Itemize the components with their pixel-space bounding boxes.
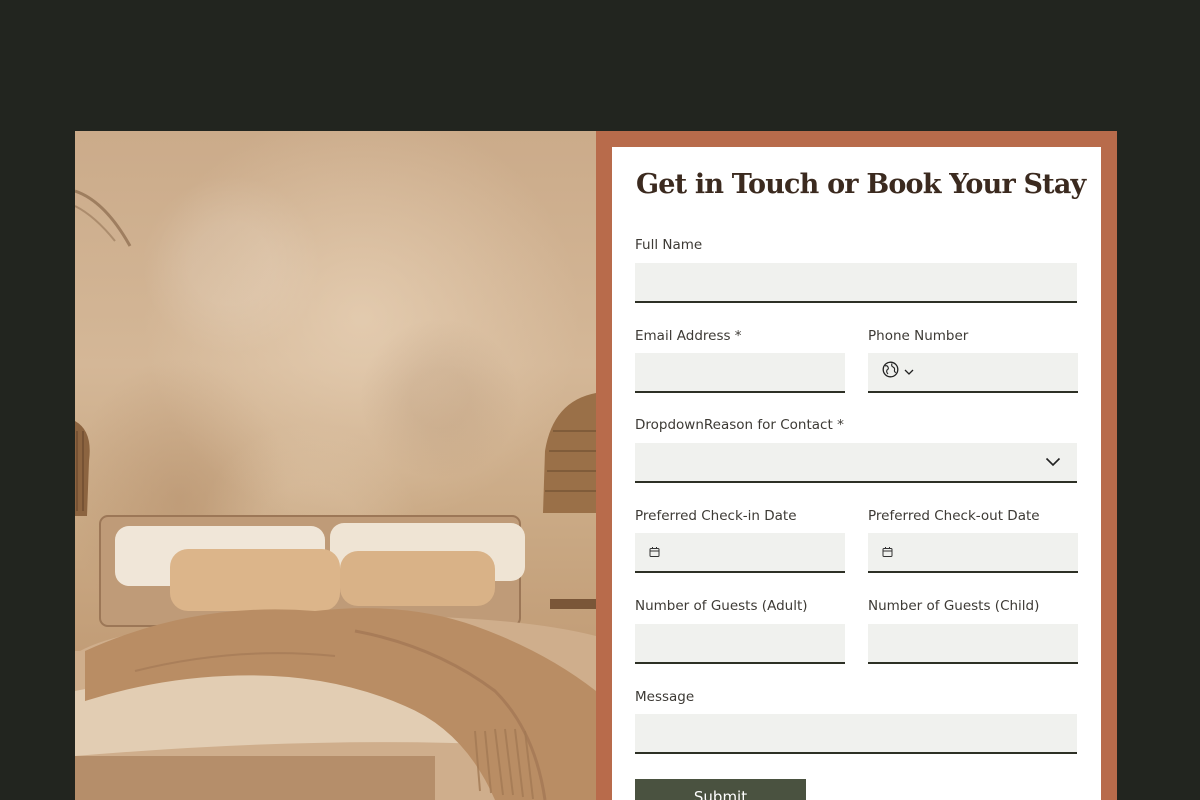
calendar-icon	[882, 547, 893, 558]
child-guests-input[interactable]	[868, 624, 1078, 664]
reason-dropdown[interactable]	[635, 443, 1077, 483]
adult-guests-input[interactable]	[635, 624, 845, 664]
chevron-down-icon	[904, 363, 914, 381]
child-guests-label: Number of Guests (Child)	[868, 598, 1040, 614]
email-label: Email Address *	[635, 328, 742, 344]
bedroom-illustration	[75, 189, 596, 800]
globe-icon	[882, 361, 899, 383]
checkout-label: Preferred Check-out Date	[868, 508, 1040, 524]
form-title: Get in Touch or Book Your Stay	[636, 169, 1086, 200]
full-name-label: Full Name	[635, 237, 703, 253]
calendar-icon	[649, 547, 660, 558]
message-label: Message	[635, 689, 695, 705]
page-background: Get in Touch or Book Your Stay Full Name…	[0, 0, 1200, 800]
checkout-date-input[interactable]	[868, 533, 1078, 573]
reason-label: DropdownReason for Contact *	[635, 417, 844, 433]
email-input[interactable]	[635, 353, 845, 393]
adult-guests-label: Number of Guests (Adult)	[635, 598, 808, 614]
country-code-selector[interactable]	[882, 361, 914, 383]
contact-form: Get in Touch or Book Your Stay Full Name…	[612, 147, 1101, 800]
submit-button[interactable]: Submit	[635, 779, 806, 800]
checkin-label: Preferred Check-in Date	[635, 508, 797, 524]
checkin-date-input[interactable]	[635, 533, 845, 573]
phone-label: Phone Number	[868, 328, 969, 344]
chevron-down-icon	[1045, 457, 1061, 467]
bedroom-photo	[75, 131, 596, 800]
message-input[interactable]	[635, 714, 1077, 754]
phone-input[interactable]	[868, 353, 1078, 393]
full-name-input[interactable]	[635, 263, 1077, 303]
